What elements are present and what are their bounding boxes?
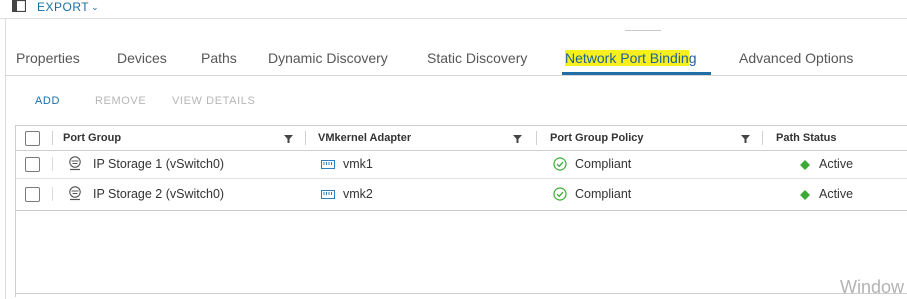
column-separator [52, 131, 53, 145]
tab-label: Static Discovery [427, 50, 528, 66]
policy-cell: Compliant [575, 157, 632, 171]
vmkernel-adapter-cell: vmk1 [343, 157, 373, 171]
tab-bar: Properties Devices Paths Dynamic Discove… [0, 50, 907, 74]
export-button[interactable]: EXPORT ⌄ [37, 0, 99, 14]
tab-network-port-binding[interactable]: Network Port Binding [565, 50, 697, 66]
active-status-icon [800, 160, 810, 170]
path-status-cell: Active [819, 187, 854, 201]
columns-icon[interactable] [12, 0, 26, 12]
add-button[interactable]: ADD [35, 95, 60, 107]
column-separator [52, 187, 53, 201]
filter-icon[interactable] [513, 135, 522, 143]
column-separator [536, 131, 537, 145]
port-binding-grid: Port Group VMkernel Adapter Port Group P… [15, 125, 907, 297]
tab-label: Devices [117, 50, 167, 66]
divider [625, 30, 661, 31]
tab-static-discovery[interactable]: Static Discovery [427, 50, 527, 66]
check-circle-icon [553, 187, 567, 201]
tab-properties[interactable]: Properties [16, 50, 80, 66]
tab-label-rest: g [688, 50, 697, 66]
tab-paths[interactable]: Paths [201, 50, 237, 66]
grid-footer-border [16, 293, 907, 294]
column-header-path-status[interactable]: Path Status [776, 126, 837, 150]
filter-icon[interactable] [741, 135, 750, 143]
export-label: EXPORT [37, 0, 90, 14]
tab-label: Advanced Options [739, 50, 854, 66]
tab-label-highlighted: Network Port Bindin [565, 50, 689, 66]
port-group-icon [69, 156, 81, 171]
tab-label: Dynamic Discovery [268, 50, 388, 66]
row-divider [16, 178, 907, 179]
select-all-checkbox[interactable] [25, 131, 40, 146]
divider [5, 75, 907, 76]
network-adapter-icon [321, 190, 335, 199]
network-adapter-icon [321, 160, 335, 169]
row-checkbox[interactable] [25, 157, 40, 172]
view-details-button[interactable]: VIEW DETAILS [172, 95, 255, 107]
filter-icon[interactable] [284, 135, 293, 143]
remove-button[interactable]: REMOVE [95, 95, 146, 107]
toolbar: EXPORT ⌄ [0, 0, 907, 19]
port-group-icon [69, 186, 81, 201]
port-group-cell: IP Storage 2 (vSwitch0) [93, 187, 225, 201]
rows-end-divider [16, 210, 907, 211]
chevron-down-icon: ⌄ [91, 2, 100, 12]
table-row[interactable]: IP Storage 1 (vSwitch0) vmk1 Compliant A… [16, 151, 907, 177]
column-header-vmkernel-adapter[interactable]: VMkernel Adapter [318, 126, 411, 150]
port-group-cell: IP Storage 1 (vSwitch0) [93, 157, 225, 171]
vmkernel-adapter-cell: vmk2 [343, 187, 373, 201]
table-row[interactable]: IP Storage 2 (vSwitch0) vmk2 Compliant A… [16, 181, 907, 207]
active-status-icon [800, 190, 810, 200]
column-header-port-group[interactable]: Port Group [63, 126, 121, 150]
column-separator [52, 157, 53, 171]
check-circle-icon [553, 157, 567, 171]
policy-cell: Compliant [575, 187, 632, 201]
tab-advanced-options[interactable]: Advanced Options [739, 50, 853, 66]
column-header-port-group-policy[interactable]: Port Group Policy [550, 126, 644, 150]
tab-dynamic-discovery[interactable]: Dynamic Discovery [268, 50, 388, 66]
tab-devices[interactable]: Devices [117, 50, 167, 66]
windows-activation-watermark: Window [840, 277, 905, 297]
tab-label: Paths [201, 50, 237, 66]
path-status-cell: Active [819, 157, 854, 171]
column-separator [762, 131, 763, 145]
grid-header: Port Group VMkernel Adapter Port Group P… [16, 126, 907, 151]
tab-label: Properties [16, 50, 80, 66]
column-separator [305, 131, 306, 145]
row-checkbox[interactable] [25, 187, 40, 202]
